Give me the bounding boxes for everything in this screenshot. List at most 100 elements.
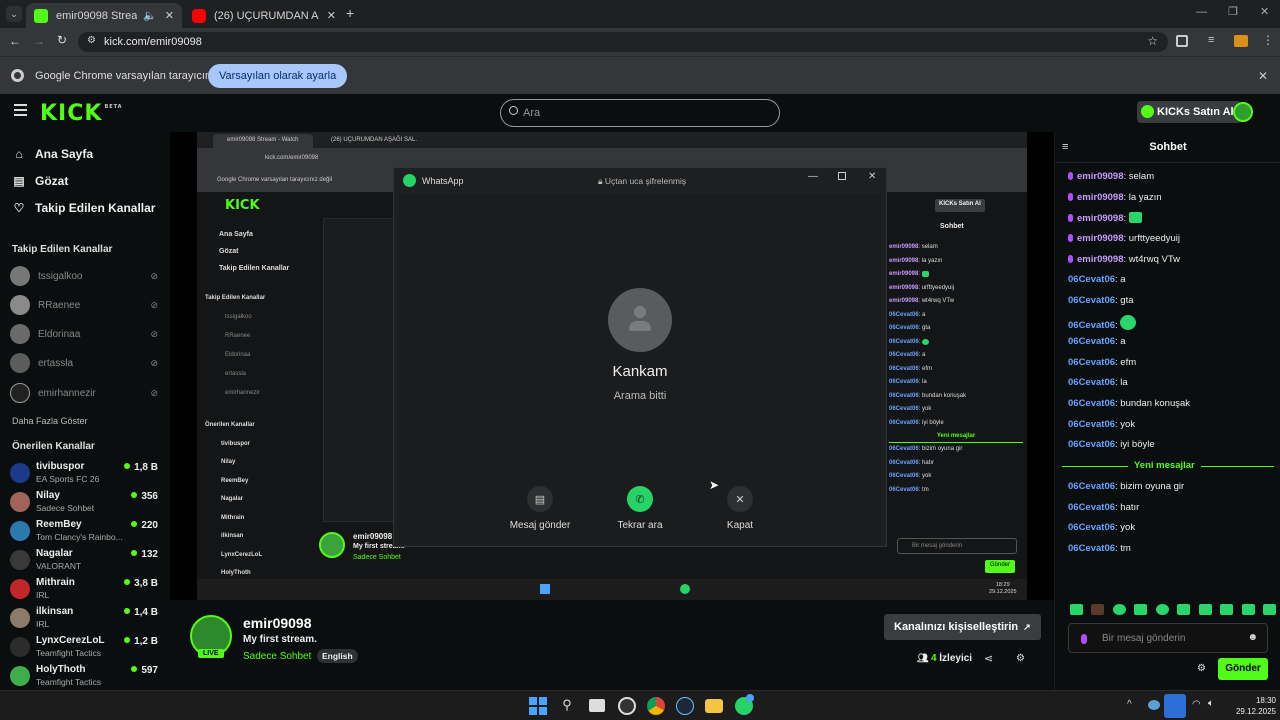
tab-youtube[interactable]: (26) UÇURUMDAN AŞAĞI SAL... ✕ (184, 3, 344, 28)
wa-maximize-icon[interactable] (838, 172, 846, 180)
chat-username[interactable]: 06Cevat06 (1068, 357, 1115, 368)
followed-channel[interactable]: RRaenee ⊘ (10, 294, 160, 316)
emote-icon[interactable] (1241, 604, 1255, 615)
stream-video-player[interactable]: emir09098 Stream - Watch (26) UÇURUMDAN … (170, 132, 1054, 600)
show-more-link[interactable]: Daha Fazla Göster (12, 416, 88, 426)
emote-icon[interactable] (1177, 604, 1191, 615)
infobar-close-icon[interactable]: ✕ (1258, 69, 1268, 83)
followed-channel[interactable]: Eldorinaa ⊘ (10, 323, 160, 345)
send-button[interactable]: Gönder (1218, 658, 1268, 680)
emote-icon[interactable] (1091, 604, 1105, 615)
chat-username[interactable]: 06Cevat06 (1068, 336, 1115, 347)
tray-network-icon[interactable] (1148, 700, 1160, 710)
language-tag[interactable]: English (317, 649, 358, 663)
chat-username[interactable]: emir09098 (1077, 192, 1123, 203)
steam-icon[interactable] (676, 697, 694, 715)
obs-icon[interactable] (618, 697, 636, 715)
chat-username[interactable]: 06Cevat06 (1068, 274, 1115, 285)
chat-username[interactable]: 06Cevat06 (1068, 502, 1115, 513)
tray-volume-icon[interactable]: 🔈︎ (1208, 698, 1214, 709)
recommended-channel[interactable]: ReemBey Tom Clancy's Rainbo... 220 (10, 519, 162, 547)
chat-username[interactable]: 06Cevat06 (1068, 398, 1115, 409)
tray-mic-icon[interactable] (1164, 694, 1186, 718)
chrome-menu-icon[interactable]: ⋮ (1262, 33, 1274, 47)
chat-username[interactable]: 06Cevat06 (1068, 439, 1115, 450)
customize-channel-button[interactable]: Kanalınızı kişiselleştirin ↗ (884, 614, 1041, 640)
recommended-channel[interactable]: HolyThoth Teamfight Tactics 597 (10, 664, 162, 692)
emote-icon[interactable] (1220, 604, 1234, 615)
emoji-picker-icon[interactable]: ☻ (1247, 632, 1258, 643)
nav-home[interactable]: ⌂ Ana Sayfa (12, 147, 93, 161)
channel-name[interactable]: emir09098 (243, 615, 312, 631)
speaker-icon[interactable]: 🔈 (143, 9, 157, 22)
start-icon[interactable] (529, 697, 547, 715)
new-tab-button[interactable]: + (346, 5, 360, 21)
emote-icon[interactable] (1198, 604, 1212, 615)
wa-minimize-icon[interactable]: — (808, 171, 818, 182)
hamburger-menu-icon[interactable] (14, 104, 27, 116)
chat-username[interactable]: emir09098 (1077, 254, 1123, 265)
followed-channel[interactable]: tssigalkoo ⊘ (10, 265, 160, 287)
chat-username[interactable]: emir09098 (1077, 171, 1123, 182)
tab-close-icon[interactable]: ✕ (327, 9, 336, 22)
emote-icon[interactable] (1134, 604, 1148, 615)
file-explorer-icon[interactable] (705, 699, 723, 713)
chat-username[interactable]: emir09098 (1077, 213, 1123, 224)
recommended-channel[interactable]: Nagalar VALORANT 132 (10, 548, 162, 576)
window-close-icon[interactable]: ✕ (1260, 5, 1269, 18)
close-call-button[interactable]: ✕ Kapat (695, 486, 785, 531)
emote-icon[interactable] (1112, 604, 1126, 615)
task-view-icon[interactable] (589, 699, 605, 712)
recommended-channel[interactable]: LynxCerezLoL Teamfight Tactics 1,2 B (10, 635, 162, 663)
chat-username[interactable]: 06Cevat06 (1068, 419, 1115, 430)
nav-browse[interactable]: ▤ Gözat (12, 174, 68, 188)
recommended-channel[interactable]: tivibuspor EA Sports FC 26 1,8 B (10, 461, 162, 489)
chat-username[interactable]: 06Cevat06 (1068, 295, 1115, 306)
extensions-icon[interactable] (1176, 35, 1188, 47)
address-bar[interactable]: ⚙ kick.com/emir09098 ☆ (78, 32, 1168, 52)
chat-username[interactable]: 06Cevat06 (1068, 522, 1115, 533)
reading-list-icon[interactable]: ≡ (1208, 34, 1214, 46)
set-default-button[interactable]: Varsayılan olarak ayarla (208, 64, 348, 88)
minimize-icon[interactable]: — (1196, 6, 1207, 18)
forward-icon[interactable]: → (33, 34, 45, 48)
nav-following[interactable]: ♡ Takip Edilen Kanallar (12, 201, 156, 215)
emote-icon[interactable] (1070, 604, 1083, 615)
tab-kick-stream[interactable]: emir09098 Stream - Watch 🔈 ✕ (26, 3, 182, 28)
bookmark-star-icon[interactable]: ☆ (1147, 34, 1158, 48)
chat-username[interactable]: 06Cevat06 (1068, 481, 1115, 492)
tray-chevron-icon[interactable]: ^ (1127, 699, 1132, 710)
call-again-button[interactable]: ✆ Tekrar ara (595, 486, 685, 531)
tab-list-dropdown-icon[interactable]: ⌄ (6, 6, 22, 22)
stream-category[interactable]: Sadece Sohbet (243, 651, 311, 662)
tab-close-icon[interactable]: ✕ (165, 9, 174, 22)
tray-wifi-icon[interactable]: ◠ (1192, 699, 1201, 710)
followed-channel[interactable]: emirhannezir ⊘ (10, 382, 160, 404)
recommended-channel[interactable]: Nilay Sadece Sohbet 356 (10, 490, 162, 518)
chat-settings-icon[interactable]: ⚙ (1197, 663, 1206, 674)
emote-icon[interactable] (1262, 604, 1276, 615)
chat-username[interactable]: 06Cevat06 (1068, 377, 1115, 388)
chat-input[interactable]: Bir mesaj gönderin ☻ (1068, 623, 1268, 653)
emote-icon[interactable] (1155, 604, 1169, 615)
share-icon[interactable]: ⋖ (984, 652, 993, 665)
site-info-icon[interactable]: ⚙ (87, 35, 96, 46)
chat-username[interactable]: emir09098 (1077, 233, 1123, 244)
search-icon[interactable]: ⚲ (558, 697, 576, 715)
user-settings-icon[interactable]: ⚙ (1016, 653, 1025, 664)
user-avatar[interactable] (1233, 102, 1253, 122)
chat-username[interactable]: 06Cevat06 (1068, 320, 1115, 331)
kick-logo[interactable]: KICK BETA (40, 101, 123, 126)
send-message-button[interactable]: ▤ Mesaj gönder (495, 486, 585, 531)
recommended-channel[interactable]: ilkinsan IRL 1,4 B (10, 606, 162, 634)
back-icon[interactable]: ← (9, 34, 21, 48)
restore-icon[interactable]: ❐ (1228, 5, 1238, 18)
followed-channel[interactable]: ertassla ⊘ (10, 352, 160, 374)
taskbar-clock[interactable]: 18:30 29.12.2025 (1232, 695, 1276, 717)
reload-icon[interactable]: ↻ (57, 33, 67, 47)
recommended-channel[interactable]: Mithrain IRL 3,8 B (10, 577, 162, 605)
chrome-icon[interactable] (647, 697, 665, 715)
buy-kicks-button[interactable]: KICKs Satın Al (1137, 101, 1241, 123)
chat-username[interactable]: 06Cevat06 (1068, 543, 1115, 554)
profile-icon[interactable] (1234, 35, 1248, 47)
